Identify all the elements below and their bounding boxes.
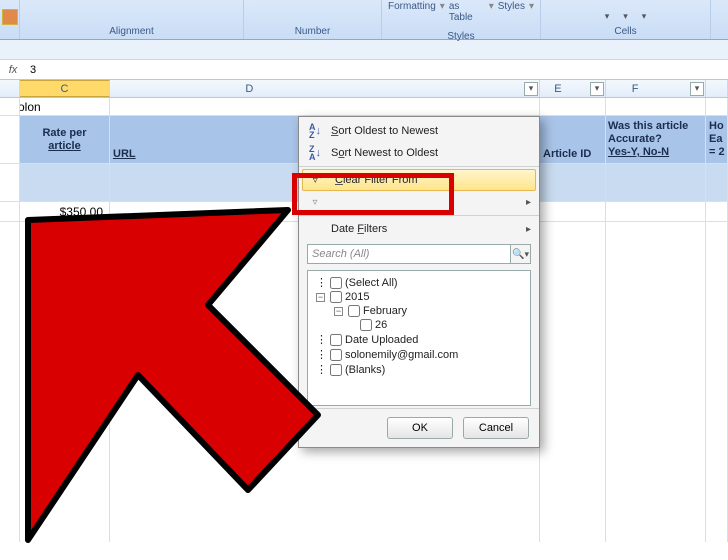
filter-search-wrap: 🔍▾ bbox=[307, 244, 531, 264]
header-rate[interactable]: Rate per article bbox=[20, 116, 110, 163]
menu-separator bbox=[299, 166, 539, 167]
filter-button-d[interactable]: ▾ bbox=[524, 82, 538, 96]
date-filters[interactable]: Date Filters Date Filters ▸ bbox=[299, 218, 539, 240]
header-article-id[interactable]: Article ID bbox=[540, 116, 606, 163]
tree-label: solonemily@gmail.com bbox=[345, 349, 458, 361]
col-header-f[interactable]: F ▾ bbox=[606, 80, 706, 97]
cell-solon: Solon bbox=[20, 100, 41, 114]
search-dropdown-button[interactable]: 🔍▾ bbox=[511, 244, 531, 264]
chevron-right-icon: ▸ bbox=[526, 224, 531, 235]
column-headers: C D ▾ E ▾ F ▾ bbox=[0, 80, 728, 98]
ribbon-label-number: Number bbox=[295, 26, 331, 37]
fx-icon[interactable]: fx bbox=[0, 64, 26, 76]
filter-icon: ▿ bbox=[307, 194, 323, 210]
clear-filter-from[interactable]: ▿✕ Clear Filter From Clear Filter From bbox=[302, 169, 536, 191]
checkbox-date-uploaded[interactable] bbox=[330, 334, 342, 346]
ribbon-group-number[interactable]: Number bbox=[244, 0, 382, 39]
sort-oldest-newest[interactable]: AZ↓ SSort Oldest to Newestort Oldest to … bbox=[299, 120, 539, 142]
chevron-down-icon: ▾ bbox=[524, 249, 529, 260]
tree-label: 26 bbox=[375, 319, 387, 331]
chevron-down-icon: ▾ bbox=[695, 83, 700, 94]
chevron-down-icon: ▾ bbox=[623, 11, 628, 22]
spacer bbox=[0, 40, 728, 60]
col-header-e[interactable]: E ▾ bbox=[540, 80, 606, 97]
checkbox-select-all[interactable] bbox=[330, 277, 342, 289]
sort-desc-icon: ZA↓ bbox=[307, 145, 323, 161]
ribbon-edge bbox=[0, 0, 20, 39]
ribbon-btn-styles[interactable]: Styles bbox=[498, 1, 525, 23]
filter-button-f[interactable]: ▾ bbox=[690, 82, 704, 96]
tree-label: February bbox=[363, 305, 407, 317]
filter-button-e[interactable]: ▾ bbox=[590, 82, 604, 96]
sort-asc-icon: AZ↓ bbox=[307, 123, 323, 139]
chevron-down-icon: ▾ bbox=[595, 83, 600, 94]
collapse-icon[interactable]: − bbox=[334, 307, 343, 316]
tree-label: Date Uploaded bbox=[345, 334, 418, 346]
ribbon-group-cells[interactable]: ▾ ▾ ▾ Cells bbox=[541, 0, 711, 39]
checkbox-february[interactable] bbox=[348, 305, 360, 317]
ribbon-btn-as-table[interactable]: as Table bbox=[449, 1, 485, 23]
search-icon: 🔍 bbox=[512, 249, 524, 260]
formula-bar: fx bbox=[0, 60, 728, 80]
filter-panel-buttons: OK Cancel bbox=[299, 408, 539, 447]
menu-separator bbox=[299, 215, 539, 216]
ribbon-label-styles: Styles bbox=[447, 31, 474, 42]
checkbox-email[interactable] bbox=[330, 349, 342, 361]
checkbox-26[interactable] bbox=[360, 319, 372, 331]
ribbon-group-styles: Formatting ▾ as Table ▾ Styles ▾ Styles bbox=[382, 0, 541, 39]
ribbon-group-alignment[interactable]: Alignment bbox=[20, 0, 244, 39]
chevron-right-icon: ▸ bbox=[526, 197, 531, 208]
header-how[interactable]: Ho Ea = 2 bbox=[706, 116, 728, 163]
ok-button[interactable]: OK bbox=[387, 417, 453, 439]
ribbon-btn-formatting[interactable]: Formatting bbox=[388, 1, 436, 23]
ribbon-label-cells: Cells bbox=[614, 26, 636, 37]
tree-label: (Blanks) bbox=[345, 364, 385, 376]
chevron-down-icon: ▾ bbox=[642, 11, 647, 22]
tree-label: 2015 bbox=[345, 291, 369, 303]
checkbox-blanks[interactable] bbox=[330, 364, 342, 376]
row-header-corner[interactable] bbox=[0, 80, 20, 97]
filter-by-color: ▿ x ▸ bbox=[299, 191, 539, 213]
sort-newest-oldest[interactable]: ZA↓ Sort Newest to Oldest Sort Newest to… bbox=[299, 142, 539, 164]
filter-value-tree[interactable]: ⋮ (Select All) − 2015 − February 26 ⋮ Da… bbox=[307, 270, 531, 406]
tree-label: (Select All) bbox=[345, 277, 398, 289]
col-header-g[interactable] bbox=[706, 80, 728, 97]
clear-filter-icon: ▿✕ bbox=[311, 172, 327, 188]
collapse-icon[interactable]: − bbox=[316, 293, 325, 302]
chevron-down-icon: ▾ bbox=[529, 83, 534, 94]
tree-line: ⋮ bbox=[316, 276, 327, 289]
formula-input[interactable] bbox=[26, 61, 728, 79]
filter-dropdown-panel: AZ↓ SSort Oldest to Newestort Oldest to … bbox=[298, 116, 540, 448]
header-accurate[interactable]: Was this article Accurate? Yes-Y, No-N bbox=[606, 116, 706, 163]
ribbon-label-alignment: Alignment bbox=[109, 26, 153, 37]
cancel-button[interactable]: Cancel bbox=[463, 417, 529, 439]
table-row: Solon bbox=[0, 98, 728, 116]
filter-search-input[interactable] bbox=[307, 244, 511, 264]
col-header-d[interactable]: D ▾ bbox=[110, 80, 540, 97]
checkbox-2015[interactable] bbox=[330, 291, 342, 303]
chevron-down-icon: ▾ bbox=[605, 11, 610, 22]
cell-rate-value[interactable]: $350.00 bbox=[20, 202, 110, 221]
ribbon: Alignment Number Formatting ▾ as Table ▾… bbox=[0, 0, 728, 40]
col-header-c[interactable]: C bbox=[20, 80, 110, 97]
